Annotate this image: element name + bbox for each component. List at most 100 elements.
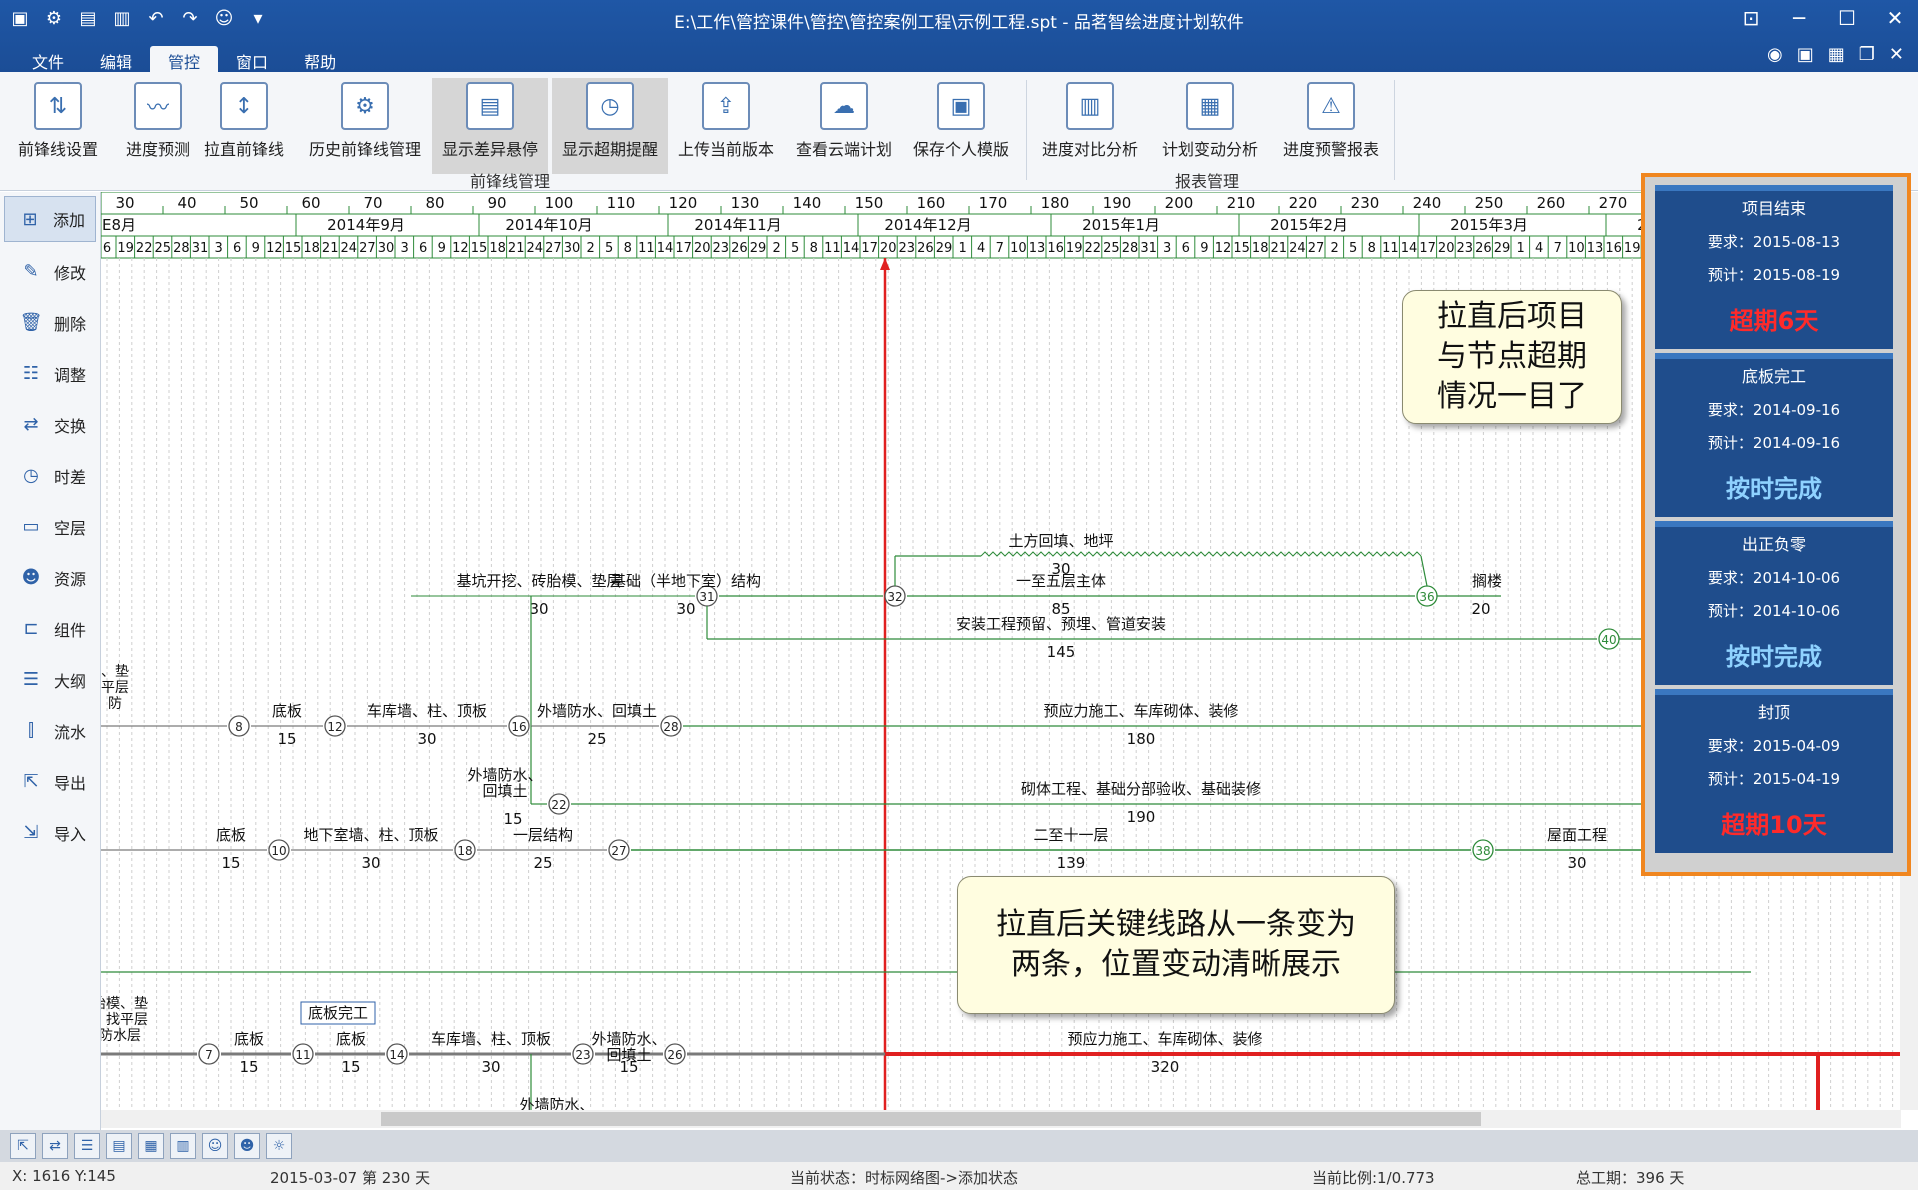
date-tick: 3 (1163, 241, 1171, 256)
date-tick: 21 (1271, 241, 1288, 256)
sidebar-item-flow[interactable]: ⫿ 流水 (0, 705, 100, 756)
progress-warning-report-button[interactable]: ⚠ 进度预警报表 (1275, 82, 1387, 160)
day-tick: 170 (979, 194, 1008, 212)
date-tick: 9 (252, 241, 260, 256)
date-tick: 28 (173, 241, 190, 256)
progress-compare-button[interactable]: ▥ 进度对比分析 (1035, 82, 1145, 160)
task-name: 土方回填、地坪 (1008, 532, 1113, 550)
minimize-icon[interactable]: ─ (1786, 6, 1812, 30)
sidebar-item-float[interactable]: ◷ 时差 (0, 450, 100, 501)
sidebar-item-add[interactable]: ⊞ 添加 (4, 196, 96, 242)
screen-icon[interactable]: ▣ (1797, 44, 1814, 65)
date-tick: 14 (1401, 241, 1418, 256)
calculator-icon[interactable]: ▦ (1828, 44, 1845, 65)
view-mode-icon[interactable]: ⇱ (10, 1133, 36, 1159)
list-view-icon[interactable]: ☰ (74, 1133, 100, 1159)
node-label: 28 (663, 720, 678, 734)
callout-overdue-visible: 拉直后项目 与节点超期 情况一目了 (1402, 290, 1622, 424)
adjust-icon: ☷ (22, 363, 40, 384)
date-tick: 18 (303, 241, 320, 256)
sidebar-item-delete[interactable]: 🗑 删除 (0, 297, 100, 348)
node-label: 18 (457, 844, 472, 858)
user-remove-icon[interactable]: ☺ (202, 1133, 228, 1159)
upload-icon: ⇪ (702, 82, 750, 130)
user-check-icon[interactable]: ☻ (234, 1133, 260, 1159)
sidebar-item-swap[interactable]: ⇄ 交换 (0, 399, 100, 450)
task-name: 砌体工程、基础分部验收、基础装修 (1021, 780, 1261, 798)
task-name: 底板 (234, 1030, 264, 1048)
task-duration: 30 (417, 730, 436, 748)
task-name: 一层结构 (513, 826, 573, 844)
task-duration: 15 (239, 1058, 258, 1076)
resource-icon: ☻ (21, 567, 41, 588)
trash-icon: 🗑 (19, 312, 43, 333)
date-tick: 31 (1140, 241, 1157, 256)
task-name: 层、找平层 (101, 1012, 148, 1028)
date-tick: 4 (977, 241, 985, 256)
total-duration: 总工期：396 天 (1576, 1169, 1685, 1187)
date-tick: 6 (103, 241, 111, 256)
qq-icon[interactable]: ◉ (1767, 44, 1783, 65)
task-name: 外墙防水、 (519, 1096, 594, 1110)
save-template-button[interactable]: ▣ 保存个人模版 (905, 82, 1017, 160)
close-icon[interactable]: ✕ (1882, 6, 1908, 30)
node-label: 36 (1419, 590, 1434, 604)
show-diff-hover-button[interactable]: ▤ 显示差异悬停 (432, 78, 548, 174)
task-name: 二至十一层 (1033, 826, 1108, 844)
swap-view-icon[interactable]: ⇄ (42, 1133, 68, 1159)
view-cloud-plan-button[interactable]: ☁ 查看云端计划 (790, 82, 898, 160)
history-gear-icon: ⚙ (341, 82, 389, 130)
straighten-icon: ↕ (220, 82, 268, 130)
mini-close-icon[interactable]: ✕ (1889, 44, 1904, 65)
date-tick: 24 (527, 241, 544, 256)
restore-layout-icon[interactable]: ⊡ (1738, 6, 1764, 30)
sidebar-item-empty-layer[interactable]: ▭ 空层 (0, 501, 100, 552)
mini-restore-icon[interactable]: ❐ (1859, 44, 1875, 65)
ribbon-separator (1026, 80, 1027, 180)
date-tick: 5 (1349, 241, 1357, 256)
date-tick: 31 (192, 241, 209, 256)
task-name: 砖胎模、垫 (101, 996, 148, 1012)
component-icon: ⊏ (23, 618, 39, 639)
maximize-icon[interactable]: ☐ (1834, 6, 1860, 30)
month-label: 2014年12月 (884, 216, 971, 234)
forecast-chart-icon: 〰 (134, 82, 182, 130)
sidebar-item-outline[interactable]: ☰ 大纲 (0, 654, 100, 705)
task-name: 基坑开挖、砖胎模、垫层 (456, 572, 621, 590)
user-lock-icon[interactable]: ☼ (266, 1133, 292, 1159)
sidebar-item-resource[interactable]: ☻ 资源 (0, 552, 100, 603)
overdue-clock-icon: ◷ (586, 82, 634, 130)
month-label: 2015年1月 (1082, 216, 1160, 234)
node-label: 16 (511, 720, 526, 734)
sidebar-item-export[interactable]: ⇱ 导出 (0, 756, 100, 807)
task-name: 车库墙、柱、顶板 (367, 702, 487, 720)
task-duration: 20 (1471, 600, 1490, 618)
sidebar-item-modify[interactable]: ✎ 修改 (0, 246, 100, 297)
task-name: 、防水层 (101, 1028, 141, 1044)
show-overdue-reminder-button[interactable]: ◷ 显示超期提醒 (552, 78, 668, 174)
straighten-frontline-button[interactable]: ↕ 拉直前锋线 (188, 82, 300, 160)
sidebar-item-adjust[interactable]: ☷ 调整 (0, 348, 100, 399)
sidebar-item-component[interactable]: ⊏ 组件 (0, 603, 100, 654)
frontline-settings-button[interactable]: ⇅ 前锋线设置 (2, 82, 114, 160)
date-tick: 19 (1066, 241, 1083, 256)
group-label-frontline: 前锋线管理 (470, 172, 551, 191)
date-tick: 19 (117, 241, 134, 256)
task-name: 外墙防水、回填土 (537, 702, 657, 720)
calendar-icon[interactable]: ▥ (170, 1133, 196, 1159)
grid-view-icon[interactable]: ▦ (138, 1133, 164, 1159)
gantt-view-icon[interactable]: ▤ (106, 1133, 132, 1159)
month-label: E8月 (102, 216, 136, 234)
date-tick: 19 (1624, 241, 1641, 256)
horizontal-scrollbar[interactable] (101, 1110, 1901, 1128)
date-tick: 9 (1200, 241, 1208, 256)
plan-change-button[interactable]: ▦ 计划变动分析 (1155, 82, 1265, 160)
task-name: 底板 (216, 826, 246, 844)
upload-version-button[interactable]: ⇪ 上传当前版本 (672, 82, 780, 160)
scroll-thumb[interactable] (381, 1112, 1481, 1126)
history-frontline-button[interactable]: ⚙ 历史前锋线管理 (300, 82, 430, 160)
sidebar-item-import[interactable]: ⇲ 导入 (0, 807, 100, 858)
date-tick: 2 (586, 241, 594, 256)
milestone-card: 封顶 要求：2015-04-09 预计：2015-04-19 超期10天 (1655, 689, 1893, 853)
date-tick: 18 (489, 241, 506, 256)
